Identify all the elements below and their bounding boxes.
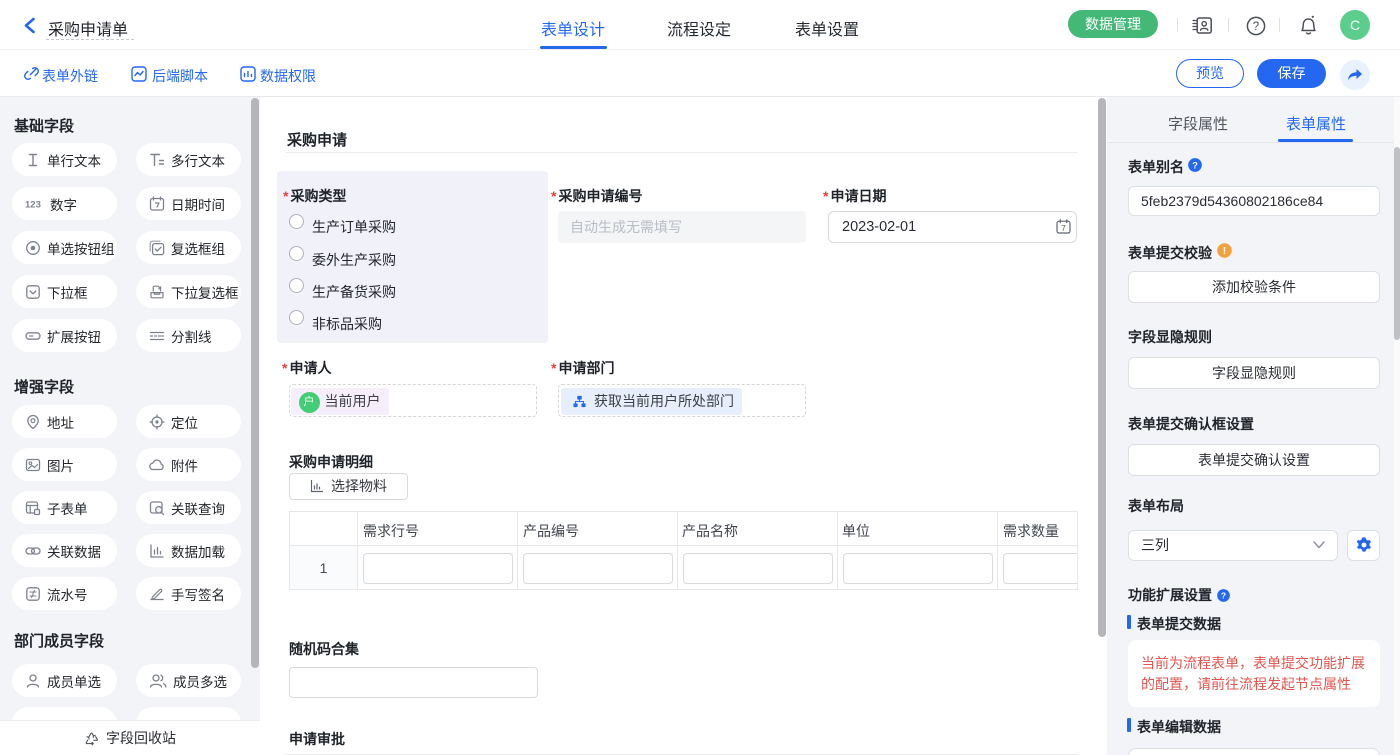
svg-text:123: 123	[25, 199, 41, 210]
svg-text:!: !	[1223, 246, 1226, 257]
svg-text:7: 7	[1061, 223, 1066, 233]
svg-text:?: ?	[1253, 21, 1259, 33]
svg-text:?: ?	[1192, 160, 1198, 170]
svg-text:?: ?	[1220, 590, 1225, 600]
